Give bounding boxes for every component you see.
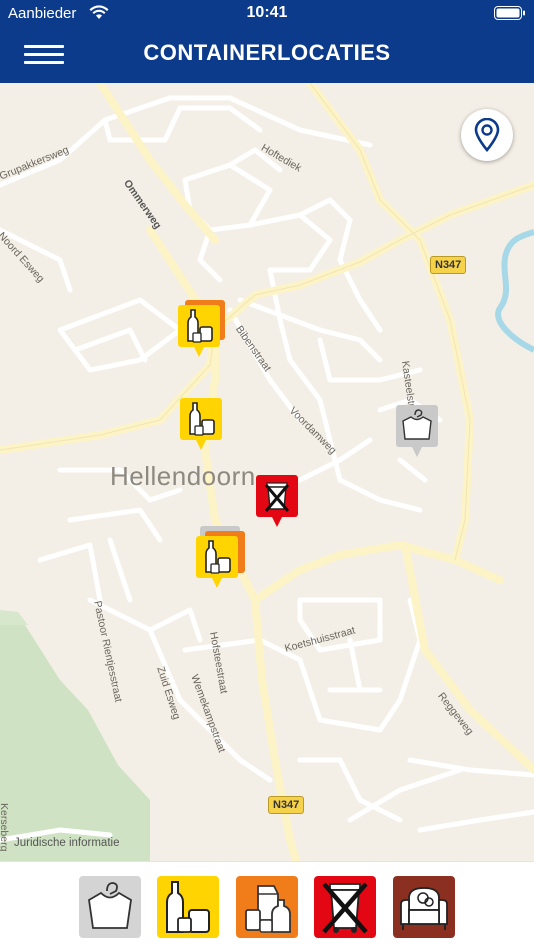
category-button-glass[interactable]	[157, 876, 219, 938]
map-marker-glass[interactable]	[178, 305, 220, 357]
map-pin-icon	[474, 118, 500, 152]
legal-link[interactable]: Juridische informatie	[14, 837, 119, 849]
app-header: CONTAINERLOCATIES	[0, 26, 534, 83]
category-button-packaging[interactable]	[236, 876, 298, 938]
road-shield: N347	[268, 796, 305, 814]
battery-icon	[494, 6, 525, 20]
armchair-icon	[400, 887, 448, 930]
locate-me-button[interactable]	[461, 109, 513, 161]
status-bar: Aanbieder 10:41	[0, 0, 534, 26]
crossed-bin-icon	[322, 882, 368, 934]
category-button-residual-waste[interactable]	[314, 876, 376, 938]
glass-bottles-icon	[196, 536, 238, 588]
category-toolbar	[0, 861, 534, 950]
map-view[interactable]: Ommerweg Hoftediek Grupakkersweg Noord E…	[0, 83, 534, 861]
map-marker-textile[interactable]	[396, 405, 438, 457]
category-button-textile[interactable]	[79, 876, 141, 938]
map-marker-glass[interactable]	[196, 536, 238, 588]
category-button-bulky-waste[interactable]	[393, 876, 455, 938]
road-shield: N347	[430, 256, 467, 274]
place-label: Hellendoorn	[110, 461, 256, 491]
glass-bottles-icon	[166, 881, 210, 933]
map-marker-glass[interactable]	[180, 398, 222, 450]
status-time: 10:41	[246, 4, 288, 21]
street-label: Kerseberg	[0, 803, 10, 852]
clothing-icon	[88, 882, 132, 929]
crossed-bin-icon	[256, 475, 298, 527]
street-network	[0, 83, 534, 861]
map-marker-residual-waste[interactable]	[256, 475, 298, 527]
packaging-icon	[245, 885, 291, 933]
page-title: CONTAINERLOCATIES	[143, 40, 391, 65]
glass-bottles-icon	[178, 305, 220, 357]
clothing-icon	[396, 405, 438, 457]
glass-bottles-icon	[180, 398, 222, 450]
